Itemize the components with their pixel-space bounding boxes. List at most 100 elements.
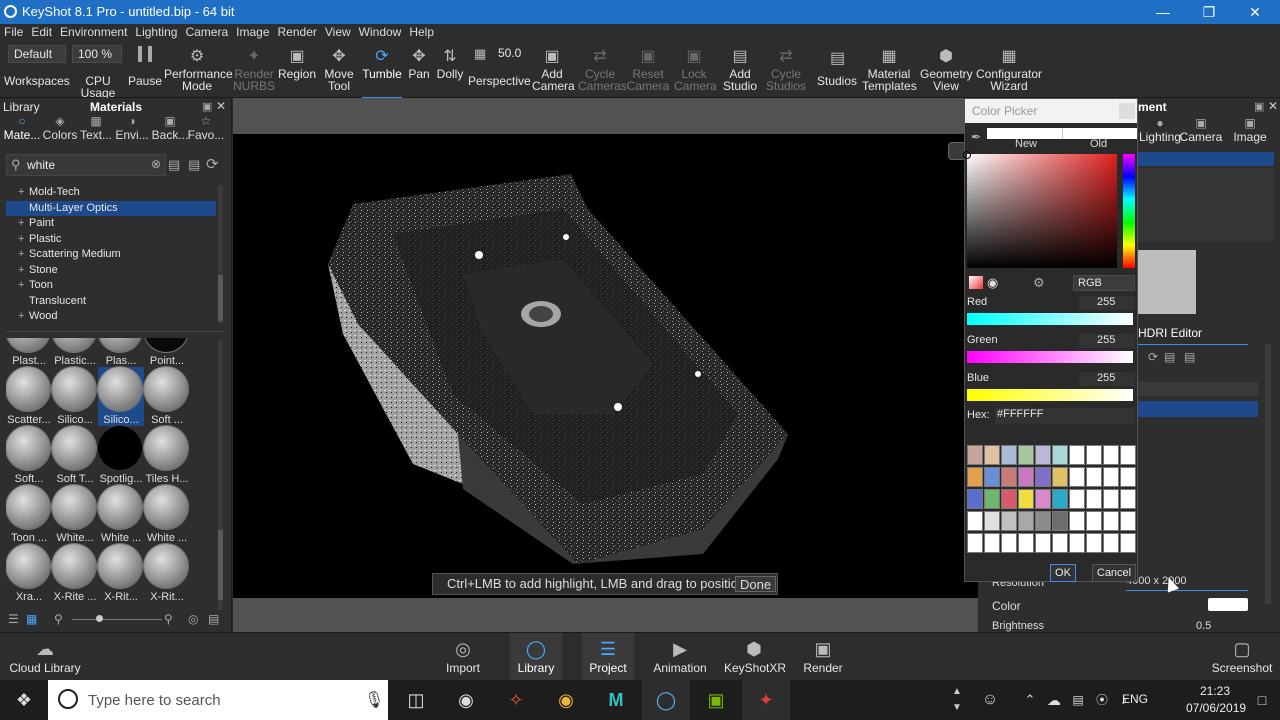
tab-lighting[interactable]: ● Lighting: [1138, 116, 1182, 144]
green-input[interactable]: 255: [1079, 334, 1135, 348]
material-thumbnail[interactable]: Soft...: [6, 426, 52, 485]
keyshotxr-button[interactable]: ⬢ KeyShotXR: [724, 633, 786, 681]
color-swatch[interactable]: [1120, 467, 1136, 487]
chrome-icon[interactable]: ◉: [542, 680, 590, 720]
color-swatch[interactable]: [1120, 445, 1136, 465]
blue-slider[interactable]: [967, 389, 1133, 401]
hdri-tools-icon[interactable]: ⟳: [1148, 350, 1158, 364]
dialog-close-button[interactable]: [1119, 103, 1135, 119]
color-swatch[interactable]: [1001, 445, 1017, 465]
cycle-studios-button[interactable]: ⇄ Cycle Studios: [764, 42, 808, 98]
color-swatch[interactable]: [1120, 489, 1136, 509]
new-folder-icon[interactable]: ▤: [168, 157, 180, 173]
color-swatch[interactable]: [1035, 445, 1051, 465]
material-thumbnail[interactable]: Silico...: [98, 367, 144, 426]
tab-colors[interactable]: ◈ Colors: [40, 114, 80, 142]
color-swatch[interactable]: [1018, 467, 1034, 487]
cancel-button[interactable]: Cancel: [1092, 564, 1136, 582]
menu-image[interactable]: Image: [232, 24, 273, 40]
tray-expand-icon[interactable]: ⌃: [1018, 680, 1042, 720]
menu-lighting[interactable]: Lighting: [131, 24, 181, 40]
material-thumbnail[interactable]: Silico...: [52, 367, 98, 426]
color-swatch[interactable]: [1086, 511, 1102, 531]
menu-file[interactable]: File: [0, 24, 27, 40]
search-input[interactable]: [27, 157, 147, 173]
done-button[interactable]: Done: [735, 576, 777, 592]
performance-mode-button[interactable]: ⚙ Performance Mode: [164, 42, 233, 98]
cloud-library-button[interactable]: ☁ Cloud Library: [8, 633, 82, 681]
color-swatch[interactable]: [984, 467, 1000, 487]
language-indicator[interactable]: ENG: [1122, 692, 1148, 706]
tab-image[interactable]: ▣ Image: [1228, 116, 1272, 144]
tree-scrollbar[interactable]: [218, 185, 223, 323]
tree-item[interactable]: Paint: [6, 216, 216, 232]
color-swatch[interactable]: [1018, 489, 1034, 509]
color-swatch[interactable]: [1086, 489, 1102, 509]
keyshot-taskbar-icon[interactable]: ◯: [642, 680, 690, 720]
clock-date[interactable]: 07/06/2019: [1186, 701, 1246, 715]
material-thumbnail[interactable]: Soft ...: [144, 367, 190, 426]
tab-favorites[interactable]: ☆ Favo...: [186, 114, 226, 142]
real-time-viewport[interactable]: Ctrl+LMB to add highlight, LMB and drag …: [233, 98, 978, 632]
material-thumbnail[interactable]: Point...: [144, 338, 190, 367]
add-studio-button[interactable]: ▤ Add Studio: [720, 42, 760, 98]
maya-icon[interactable]: M: [592, 680, 640, 720]
material-thumbnail[interactable]: Soft T...: [52, 426, 98, 485]
tree-item[interactable]: Toon: [6, 278, 216, 294]
color-swatch[interactable]: [984, 511, 1000, 531]
menu-help[interactable]: Help: [405, 24, 438, 40]
menu-view[interactable]: View: [321, 24, 355, 40]
workspaces-button[interactable]: Workspaces: [4, 68, 70, 98]
material-thumbnail[interactable]: Plas...: [98, 338, 144, 367]
workspace-dropdown[interactable]: Default: [8, 45, 66, 63]
menu-edit[interactable]: Edit: [27, 24, 56, 40]
tree-item[interactable]: Scattering Medium: [6, 247, 216, 263]
tab-textures[interactable]: ▦ Text...: [76, 114, 116, 142]
menu-window[interactable]: Window: [355, 24, 406, 40]
material-templates-button[interactable]: ▦ Material Templates: [862, 42, 917, 98]
color-swatch[interactable]: [1052, 533, 1068, 553]
folder-icon[interactable]: ▤: [208, 612, 219, 626]
color-swatch[interactable]: [1103, 467, 1119, 487]
slider-handle[interactable]: [96, 615, 103, 622]
studios-button[interactable]: Studios: [816, 68, 858, 98]
color-swatch[interactable]: [1052, 511, 1068, 531]
hdri-folder-icon[interactable]: ▤: [1184, 350, 1195, 364]
menu-render[interactable]: Render: [274, 24, 321, 40]
cpu-usage-button[interactable]: CPU Usage: [68, 68, 128, 99]
lock-camera-button[interactable]: ▣ Lock Camera: [674, 42, 717, 98]
color-swatch[interactable]: [1103, 489, 1119, 509]
tab-camera[interactable]: ▣ Camera: [1178, 116, 1224, 144]
color-swatch[interactable]: [967, 533, 983, 553]
tab-materials[interactable]: ○ Mate...: [2, 114, 42, 142]
color-swatch[interactable]: [984, 489, 1000, 509]
fov-value[interactable]: 50.0: [498, 46, 521, 60]
gradient-mode-icon[interactable]: [969, 276, 983, 289]
maximize-button[interactable]: ❐: [1186, 0, 1232, 24]
hdri-list-row[interactable]: [1138, 382, 1258, 396]
material-thumbnail[interactable]: X-Rite ...: [52, 544, 98, 603]
float-icon[interactable]: ▣: [1254, 100, 1264, 113]
color-swatch[interactable]: [1018, 445, 1034, 465]
render-canvas[interactable]: [233, 134, 978, 598]
app-icon[interactable]: ✦: [742, 680, 790, 720]
color-swatch[interactable]: [1086, 467, 1102, 487]
add-camera-button[interactable]: ▣ Add Camera: [532, 42, 575, 98]
color-swatch[interactable]: [1103, 445, 1119, 465]
color-swatch[interactable]: [967, 445, 983, 465]
material-thumbnail[interactable]: White...: [52, 485, 98, 544]
tree-item-selected[interactable]: Multi-Layer Optics: [6, 200, 216, 216]
tree-item[interactable]: Translucent: [6, 294, 216, 310]
render-button[interactable]: ▣ Render: [800, 633, 846, 681]
pause-button[interactable]: Pause: [128, 68, 162, 98]
splitter[interactable]: [6, 331, 224, 332]
material-thumbnail[interactable]: Plastic...: [52, 338, 98, 367]
library-search[interactable]: ⚲ ⊗: [6, 154, 166, 176]
hdri-list-row-selected[interactable]: [1138, 401, 1258, 417]
color-swatch[interactable]: [1069, 489, 1085, 509]
color-swatch[interactable]: [1069, 445, 1085, 465]
notifications-icon[interactable]: □: [1246, 680, 1278, 720]
color-swatch[interactable]: [984, 445, 1000, 465]
pan-button[interactable]: ✥ Pan: [404, 42, 434, 98]
menu-environment[interactable]: Environment: [56, 24, 131, 40]
